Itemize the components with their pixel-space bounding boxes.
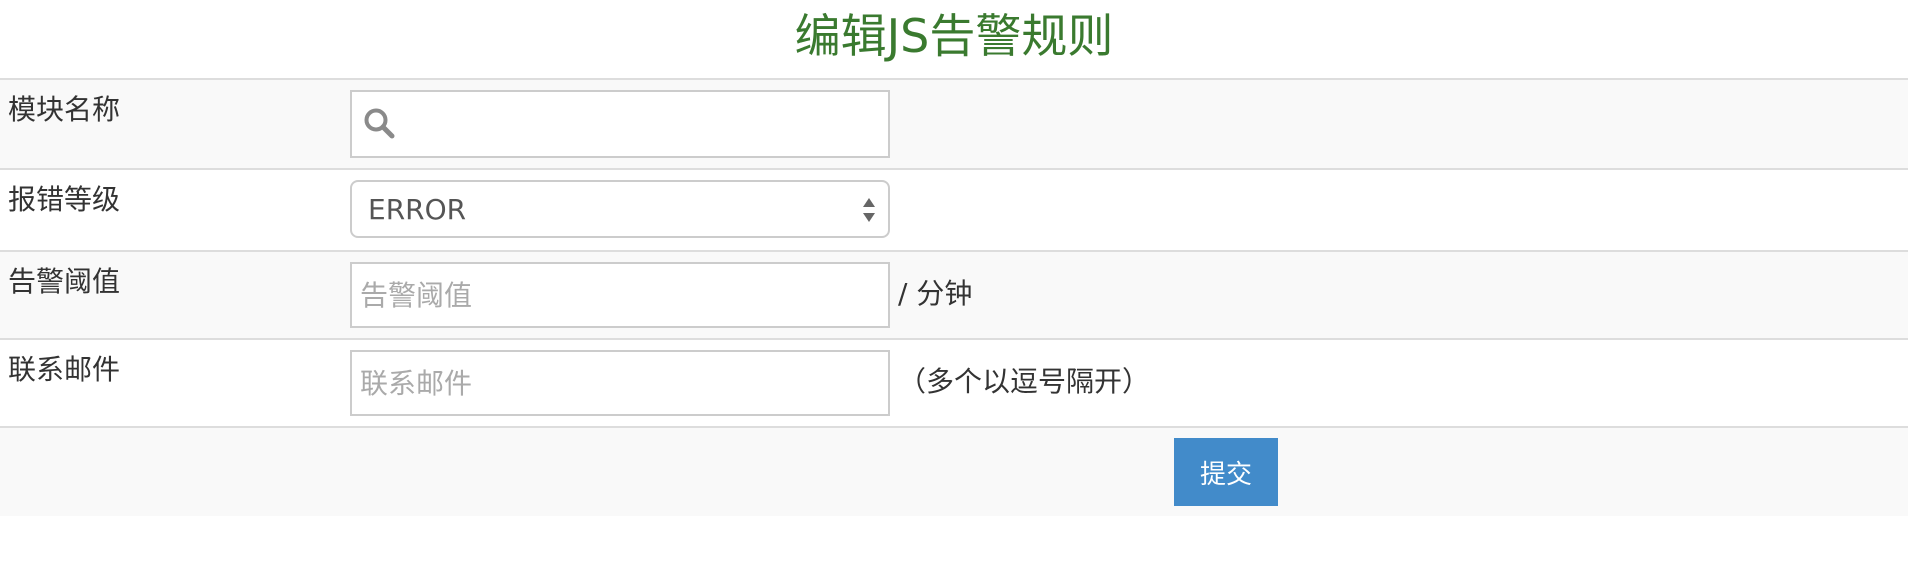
submit-button[interactable]: 提交 [1174, 438, 1278, 506]
module-name-label: 模块名称 [8, 93, 121, 126]
search-icon [364, 108, 395, 139]
email-field[interactable] [350, 350, 890, 416]
error-level-select[interactable]: ERROR [350, 180, 890, 238]
page-title: 编辑JS告警规则 [794, 9, 1114, 63]
error-level-selected-value: ERROR [368, 193, 467, 226]
email-label: 联系邮件 [8, 353, 121, 386]
form-row-level: 报错等级 ERROR [0, 170, 1908, 252]
threshold-unit-suffix: / 分钟 [898, 277, 973, 310]
form-row-threshold: 告警阈值 / 分钟 [0, 252, 1908, 340]
threshold-input[interactable] [352, 264, 888, 326]
form-row-module: 模块名称 [0, 80, 1908, 170]
threshold-field[interactable] [350, 262, 890, 328]
form-row-email: 联系邮件 （多个以逗号隔开） [0, 340, 1908, 428]
module-name-input[interactable] [408, 92, 882, 158]
form-row-submit: 提交 [0, 428, 1908, 516]
email-input[interactable] [352, 352, 888, 414]
email-hint: （多个以逗号隔开） [898, 365, 1151, 398]
module-name-search-field[interactable] [350, 90, 890, 158]
select-arrows-icon [863, 198, 875, 222]
rule-form: 模块名称 报错等级 ERROR 告警阈值 / 分钟 联系邮件 [0, 78, 1908, 516]
error-level-label: 报错等级 [8, 183, 121, 216]
threshold-label: 告警阈值 [8, 265, 121, 298]
